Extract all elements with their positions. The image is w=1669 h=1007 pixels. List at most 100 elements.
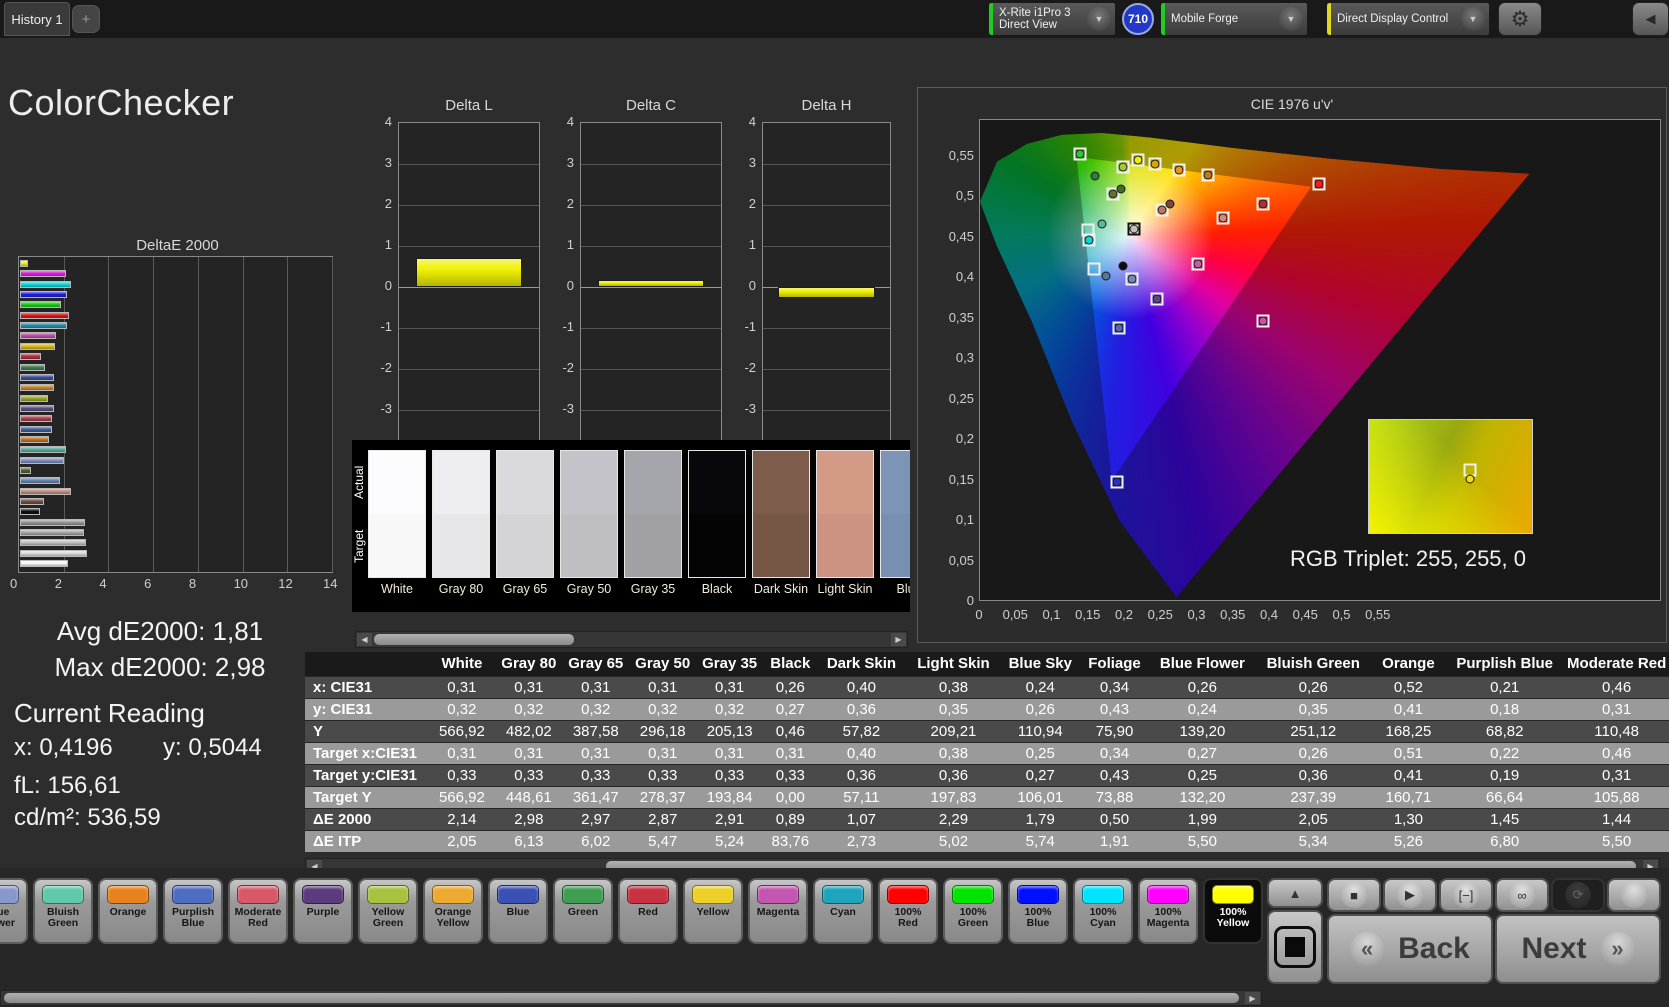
patch-button-yellow[interactable]: Yellow bbox=[683, 878, 743, 944]
scroll-right-icon[interactable]: ▶ bbox=[891, 633, 906, 646]
x-tick-label: 6 bbox=[144, 576, 152, 591]
stop-button[interactable]: ■ bbox=[1327, 878, 1381, 912]
patch-strip-scrollbar[interactable]: ▶ bbox=[0, 990, 1262, 1006]
patch-button-moderate-red[interactable]: Moderate Red bbox=[228, 878, 288, 944]
patch-color-swatch bbox=[822, 885, 864, 904]
swatch-scrollbar-thumb[interactable] bbox=[374, 634, 574, 645]
table-cell: 2,14 bbox=[428, 807, 496, 830]
blank-button[interactable] bbox=[1607, 878, 1661, 912]
chevron-down-icon[interactable]: ▼ bbox=[1279, 7, 1303, 31]
x-tick-label: 4 bbox=[99, 576, 107, 591]
next-button[interactable]: Next » bbox=[1495, 914, 1661, 984]
table-cell: 0,32 bbox=[495, 697, 563, 720]
chevron-down-icon[interactable]: ▼ bbox=[1461, 7, 1485, 31]
y-tick-label: -2 bbox=[380, 360, 392, 375]
patch-button-100-yellow[interactable]: 100% Yellow bbox=[1203, 878, 1263, 944]
workflow-dropdown[interactable]: Direct Display Control ▼ bbox=[1326, 2, 1490, 36]
calman-colorchecker-window: History 1 + X-Rite i1Pro 3 Direct View ▼… bbox=[0, 0, 1669, 1007]
table-cell: 0,35 bbox=[1254, 697, 1372, 720]
patch-button-green[interactable]: Green bbox=[553, 878, 613, 944]
delta-chart-title: Delta L bbox=[445, 97, 493, 114]
current-cdm2-readout: cd/m²: 536,59 bbox=[14, 804, 161, 831]
y-tick-label: -3 bbox=[562, 401, 574, 416]
patch-button-100-green[interactable]: 100% Green bbox=[943, 878, 1003, 944]
patch-button-100-cyan[interactable]: 100% Cyan bbox=[1073, 878, 1133, 944]
swatch-label: Black bbox=[701, 582, 733, 596]
play-button[interactable]: ▶ bbox=[1383, 878, 1437, 912]
cie-x-tick: 0,25 bbox=[1147, 607, 1173, 622]
back-button[interactable]: « Back bbox=[1327, 914, 1493, 984]
table-cell: 110,94 bbox=[1001, 719, 1079, 742]
y-tick-label: -1 bbox=[562, 319, 574, 334]
measured-dot-marker bbox=[1203, 170, 1213, 180]
patch-button-purple[interactable]: Purple bbox=[293, 878, 353, 944]
patch-button-bluish-green[interactable]: Bluish Green bbox=[33, 878, 93, 944]
table-column-header: Orange bbox=[1371, 652, 1446, 676]
deltae-bar-moderate-red bbox=[20, 415, 53, 423]
table-column-header: Foliage bbox=[1078, 652, 1151, 676]
table-cell: 73,88 bbox=[1078, 785, 1151, 808]
table-cell: 387,58 bbox=[562, 719, 630, 742]
patch-button-orange-yellow[interactable]: Orange Yellow bbox=[423, 878, 483, 944]
rgb-triplet-readout: RGB Triplet: 255, 255, 0 bbox=[1289, 546, 1527, 571]
y-tick-label: 0 bbox=[384, 278, 392, 293]
patch-button-100-blue[interactable]: 100% Blue bbox=[1008, 878, 1068, 944]
target-row-label: Target bbox=[352, 529, 366, 563]
strip-expand-button[interactable]: ▲ bbox=[1267, 878, 1323, 908]
table-cell: 0,38 bbox=[905, 741, 1002, 764]
patch-button-cyan[interactable]: Cyan bbox=[813, 878, 873, 944]
patch-button-orange[interactable]: Orange bbox=[98, 878, 158, 944]
table-cell: 0,31 bbox=[428, 741, 496, 764]
table-row: Y 566,92 482,02 387,58 296,18 205,13 0,46 57,82… bbox=[305, 719, 1669, 742]
table-cell: 0,31 bbox=[629, 675, 697, 698]
table-cell: 205,13 bbox=[696, 719, 764, 742]
patch-strip-scrollbar-thumb[interactable] bbox=[4, 993, 1239, 1003]
meter-id-badge[interactable]: 710 bbox=[1122, 3, 1154, 35]
scroll-right-icon[interactable]: ▶ bbox=[1245, 992, 1260, 1004]
table-cell: 361,47 bbox=[562, 785, 630, 808]
table-cell: 2,91 bbox=[696, 807, 764, 830]
swatch-scrollbar[interactable]: ◀ ▶ bbox=[355, 631, 908, 648]
patch-button-red[interactable]: Red bbox=[618, 878, 678, 944]
x-tick-label: 2 bbox=[54, 576, 62, 591]
loop-button[interactable]: ∞ bbox=[1495, 878, 1549, 912]
swatch-white bbox=[368, 450, 426, 578]
stop-measure-button[interactable] bbox=[1267, 910, 1323, 984]
settings-button[interactable]: ⚙ bbox=[1498, 2, 1542, 36]
patch-button-yellow-green[interactable]: Yellow Green bbox=[358, 878, 418, 944]
patch-button-purplish-blue[interactable]: Purplish Blue bbox=[163, 878, 223, 944]
source-dropdown[interactable]: Mobile Forge ▼ bbox=[1160, 2, 1308, 36]
table-column-header: Gray 80 bbox=[495, 652, 563, 676]
tab-history-1[interactable]: History 1 bbox=[4, 2, 70, 36]
scroll-left-icon[interactable]: ◀ bbox=[357, 633, 372, 646]
refresh-button[interactable]: ⟳ bbox=[1551, 878, 1605, 912]
y-tick-label: 0 bbox=[748, 278, 756, 293]
swatch-gray-35 bbox=[624, 450, 682, 578]
deltae-bar-gray-35 bbox=[20, 518, 86, 526]
deltae-bar-blue-sky bbox=[20, 477, 61, 485]
range-button[interactable]: [−] bbox=[1439, 878, 1493, 912]
patch-button-label: Orange bbox=[109, 906, 147, 918]
patch-button-label: BlueFlower bbox=[0, 906, 15, 929]
patch-button-blue-flower[interactable]: BlueFlower bbox=[0, 878, 28, 944]
deltae-bar-100-magenta bbox=[20, 270, 66, 278]
measured-dot-marker bbox=[1101, 271, 1111, 281]
collapse-panel-button[interactable]: ◀ bbox=[1632, 2, 1669, 36]
cie-x-tick: 0 bbox=[975, 607, 983, 622]
patch-color-swatch bbox=[107, 885, 149, 904]
meter-dropdown[interactable]: X-Rite i1Pro 3 Direct View ▼ bbox=[988, 2, 1116, 36]
y-tick-label: 3 bbox=[566, 155, 574, 170]
measurement-table: White Gray 80 Gray 65 Gray 50 Gray 35 Black Da… bbox=[305, 652, 1669, 852]
chevron-down-icon[interactable]: ▼ bbox=[1087, 7, 1111, 31]
patch-button-magenta[interactable]: Magenta bbox=[748, 878, 808, 944]
table-cell: 6,02 bbox=[562, 829, 630, 852]
patch-button-blue[interactable]: Blue bbox=[488, 878, 548, 944]
y-tick-label: 2 bbox=[566, 196, 574, 211]
patch-button-100-magenta[interactable]: 100% Magenta bbox=[1138, 878, 1198, 944]
table-cell: 2,05 bbox=[1254, 807, 1372, 830]
add-tab-button[interactable]: + bbox=[72, 5, 100, 33]
patch-button-label: Yellow bbox=[696, 906, 730, 918]
swatch-black bbox=[688, 450, 746, 578]
patch-button-100-red[interactable]: 100% Red bbox=[878, 878, 938, 944]
patch-color-swatch bbox=[497, 885, 539, 904]
